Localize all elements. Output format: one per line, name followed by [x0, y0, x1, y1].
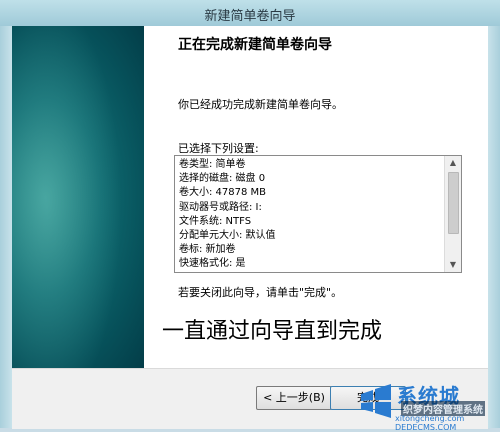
setting-line: 文件系统: NTFS: [179, 215, 252, 227]
setting-line: 卷类型: 简单卷: [179, 159, 246, 170]
settings-lines: 卷类型: 简单卷 选择的磁盘: 磁盘 0 卷大小: 47878 MB 驱动器号或…: [179, 158, 441, 272]
wizard-heading: 正在完成新建简单卷向导: [178, 37, 332, 53]
setting-line: 分配单元大小: 默认值: [179, 230, 276, 242]
scroll-thumb[interactable]: [448, 172, 459, 234]
scroll-up-arrow-icon[interactable]: ▲: [445, 156, 461, 170]
window-frame-right: [488, 26, 500, 428]
settings-listbox[interactable]: 卷类型: 简单卷 选择的磁盘: 磁盘 0 卷大小: 47878 MB 驱动器号或…: [174, 155, 462, 273]
success-message: 你已经成功完成新建简单卷向导。: [178, 98, 343, 111]
annotation-text: 一直通过向导直到完成: [162, 319, 383, 344]
setting-line: 驱动器号或路径: I:: [179, 201, 262, 213]
close-instruction: 若要关闭此向导，请单击"完成"。: [178, 286, 343, 299]
banner-shine: [12, 26, 122, 368]
setting-line: 快速格式化: 是: [179, 258, 246, 270]
selected-settings-label: 已选择下列设置:: [178, 142, 259, 155]
setting-line: 选择的磁盘: 磁盘 0: [179, 173, 266, 185]
window-title: 新建简单卷向导: [204, 9, 296, 24]
watermark-site-url: xitongcheng.com: [395, 414, 465, 423]
setting-line: 卷标: 新加卷: [179, 244, 236, 256]
scroll-down-arrow-icon[interactable]: ▼: [445, 258, 461, 272]
back-button[interactable]: < 上一步(B): [256, 386, 332, 410]
windows-logo-icon: [361, 384, 391, 418]
wizard-side-banner: [12, 26, 144, 368]
setting-line: 卷大小: 47878 MB: [179, 187, 267, 199]
watermark-urls: xitongcheng.com DEDECMS.COM: [395, 414, 500, 432]
title-bar[interactable]: 新建简单卷向导: [0, 0, 500, 27]
watermark: 系统城 织梦内容管理系统 xitongcheng.com DEDECMS.COM: [355, 380, 500, 432]
window-frame-left: [0, 26, 12, 428]
vertical-scrollbar[interactable]: ▲ ▼: [444, 156, 461, 272]
